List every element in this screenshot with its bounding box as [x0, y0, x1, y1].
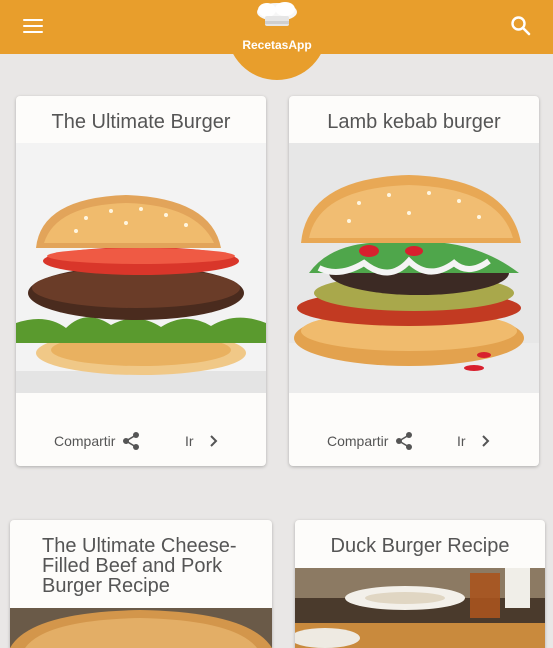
recipe-card[interactable]: Duck Burger Recipe [295, 520, 545, 648]
share-label: Compartir [54, 433, 116, 449]
search-icon[interactable] [509, 14, 533, 38]
app-logo[interactable]: RecetasApp [227, 0, 327, 80]
recipe-title: Duck Burger Recipe [330, 535, 510, 557]
chevron-right-icon [209, 435, 217, 447]
share-button[interactable]: Compartir [327, 427, 414, 455]
recipe-image[interactable] [295, 568, 545, 648]
recipe-title: Lamb kebab burger [327, 111, 501, 133]
recipe-image[interactable] [16, 143, 266, 393]
recipe-title: The Ultimate Cheese-Filled Beef and Pork… [42, 535, 237, 597]
recipe-title: The Ultimate Burger [51, 111, 231, 133]
go-label: Ir [457, 433, 466, 449]
app-logo-text: RecetasApp [242, 38, 312, 52]
share-icon [396, 432, 413, 450]
go-label: Ir [185, 433, 194, 449]
recipe-card[interactable]: Lamb kebab burger Compartir Ir [289, 96, 539, 466]
chevron-right-icon [481, 435, 489, 447]
share-label: Compartir [327, 433, 389, 449]
recipe-image[interactable] [289, 143, 539, 393]
recipe-card[interactable]: The Ultimate Burger Compartir Ir [16, 96, 266, 466]
share-button[interactable]: Compartir [54, 427, 141, 455]
go-button[interactable]: Ir [457, 427, 496, 455]
recipe-card[interactable]: The Ultimate Cheese-Filled Beef and Pork… [10, 520, 272, 648]
chef-hat-icon [257, 2, 297, 26]
share-icon [123, 432, 140, 450]
menu-icon[interactable] [23, 17, 45, 35]
recipe-image[interactable] [10, 608, 272, 648]
go-button[interactable]: Ir [185, 427, 224, 455]
